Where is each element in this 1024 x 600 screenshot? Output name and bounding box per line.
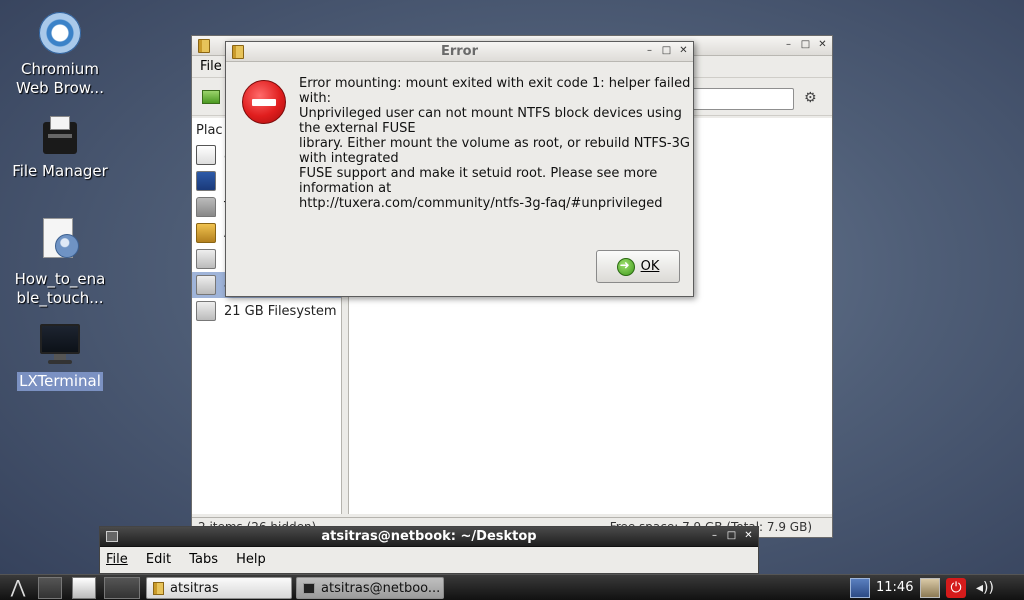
taskbar: ⋀ atsitras atsitras@netboo... 11:46 ⏻ ◂)… bbox=[0, 574, 1024, 600]
terminal-window: atsitras@netbook: ~/Desktop – □ ✕ File E… bbox=[99, 526, 759, 574]
chromium-icon bbox=[39, 12, 81, 54]
dialog-title: Error bbox=[440, 44, 479, 59]
workspace-pager[interactable] bbox=[104, 577, 140, 599]
folder-icon bbox=[198, 39, 210, 53]
maximize-button[interactable]: □ bbox=[661, 44, 672, 58]
ok-icon bbox=[616, 257, 635, 276]
desktop-icon bbox=[196, 171, 216, 191]
volume-icon[interactable]: ◂)) bbox=[976, 578, 1002, 598]
desktop-icon-file-manager[interactable]: File Manager bbox=[8, 116, 112, 181]
desktop-icon-lxterminal[interactable]: LXTerminal bbox=[8, 324, 112, 391]
battery-icon[interactable] bbox=[920, 578, 940, 598]
error-dialog: Error – □ ✕ Error mounting: mount exited… bbox=[225, 41, 694, 297]
start-menu-icon[interactable]: ⋀ bbox=[2, 577, 34, 599]
home-icon bbox=[196, 145, 216, 165]
desktop-icon-chromium[interactable]: Chromium Web Brow... bbox=[8, 12, 112, 98]
close-button[interactable]: ✕ bbox=[678, 44, 689, 58]
menu-tabs[interactable]: Tabs bbox=[189, 552, 218, 567]
menu-file[interactable]: File bbox=[200, 59, 222, 74]
ok-button[interactable]: OK bbox=[596, 250, 680, 283]
new-tab-icon[interactable] bbox=[202, 90, 220, 104]
minimize-button[interactable]: – bbox=[783, 38, 794, 52]
terminal-titlebar[interactable]: atsitras@netbook: ~/Desktop – □ ✕ bbox=[100, 527, 758, 547]
desktop-icon-label: File Manager bbox=[12, 162, 108, 180]
menu-edit[interactable]: Edit bbox=[146, 552, 171, 567]
task-terminal[interactable]: atsitras@netboo... bbox=[296, 577, 444, 599]
maximize-button[interactable]: □ bbox=[800, 38, 811, 52]
close-button[interactable]: ✕ bbox=[817, 38, 828, 52]
desktop-icon-label: Chromium Web Brow... bbox=[16, 60, 104, 97]
html-document-icon bbox=[41, 218, 79, 264]
folder-icon bbox=[153, 581, 164, 595]
minimize-button[interactable]: – bbox=[644, 44, 655, 58]
desktop-icon-document[interactable]: How_to_ena ble_touch... bbox=[8, 218, 112, 308]
error-dialog-titlebar[interactable]: Error – □ ✕ bbox=[226, 42, 693, 62]
show-desktop-icon[interactable] bbox=[72, 577, 96, 599]
error-icon bbox=[242, 80, 286, 124]
power-icon[interactable]: ⏻ bbox=[946, 578, 966, 598]
error-message: Error mounting: mount exited with exit c… bbox=[299, 76, 691, 211]
drive-icon bbox=[196, 275, 216, 295]
desktop-icon-label: How_to_ena ble_touch... bbox=[14, 270, 106, 307]
file-manager-icon bbox=[43, 116, 77, 156]
network-icon[interactable] bbox=[850, 578, 870, 598]
close-button[interactable]: ✕ bbox=[743, 529, 754, 543]
menu-help[interactable]: Help bbox=[236, 552, 266, 567]
location-input[interactable] bbox=[688, 88, 794, 110]
drive-icon bbox=[196, 249, 216, 269]
sidebar-item-filesystem[interactable]: 21 GB Filesystem bbox=[192, 298, 341, 324]
desktop-icon-label: LXTerminal bbox=[17, 372, 103, 391]
file-manager-launcher-icon[interactable] bbox=[38, 577, 62, 599]
menu-file[interactable]: File bbox=[106, 552, 128, 567]
ok-label: OK bbox=[640, 259, 660, 274]
terminal-icon bbox=[303, 582, 315, 594]
applications-icon bbox=[196, 223, 216, 243]
maximize-button[interactable]: □ bbox=[726, 529, 737, 543]
minimize-button[interactable]: – bbox=[709, 529, 720, 543]
terminal-menubar: File Edit Tabs Help bbox=[100, 547, 758, 573]
search-icon[interactable]: ⚙ bbox=[804, 90, 822, 108]
terminal-icon bbox=[40, 324, 80, 366]
task-file-manager[interactable]: atsitras bbox=[146, 577, 292, 599]
drive-icon bbox=[196, 301, 216, 321]
clock[interactable]: 11:46 bbox=[876, 580, 913, 595]
terminal-title: atsitras@netbook: ~/Desktop bbox=[321, 529, 537, 544]
trash-icon bbox=[196, 197, 216, 217]
